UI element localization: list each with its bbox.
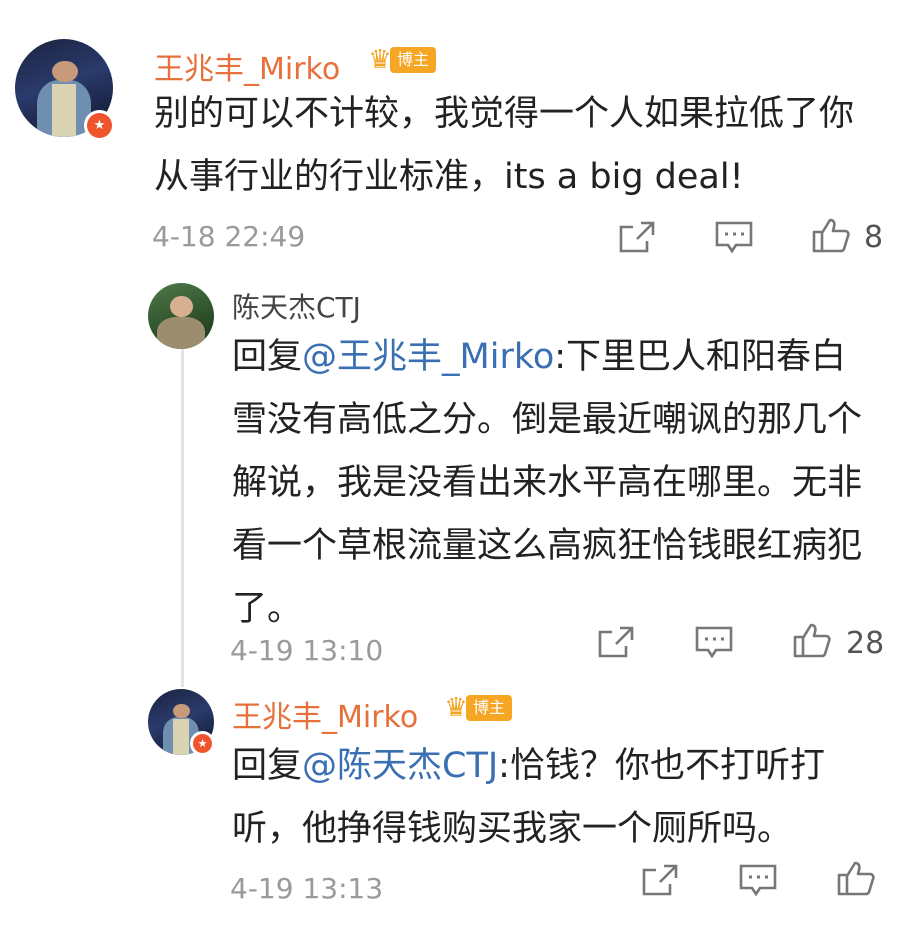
- share-icon: [619, 221, 655, 253]
- comment-text: 别的可以不计较，我觉得一个人如果拉低了你从事行业的行业标准，its a big …: [154, 83, 859, 209]
- verified-badge-icon: ★: [190, 731, 215, 756]
- like-button[interactable]: [792, 622, 832, 658]
- comment-body: 别的可以不计较，我觉得一个人如果拉低了你从事行业的行业标准，its a big …: [154, 94, 855, 197]
- thread-line: [181, 335, 184, 687]
- like-count: 28: [846, 626, 885, 661]
- timestamp: 4-19 13:10: [230, 634, 384, 667]
- blogger-badge: ♛ 博主: [440, 693, 513, 723]
- reply-text: 回复@陈天杰CTJ:恰钱？你也不打听打听，他挣得钱购买我家一个厕所吗。: [232, 735, 872, 861]
- share-button[interactable]: [617, 219, 657, 255]
- reply-prefix: 回复: [232, 337, 303, 377]
- comment-icon: [715, 221, 753, 254]
- share-button[interactable]: [596, 624, 636, 660]
- like-icon: [793, 623, 831, 658]
- comment-button[interactable]: [738, 862, 778, 898]
- username[interactable]: 王兆丰_Mirko: [232, 692, 418, 736]
- mention-link[interactable]: @王兆丰_Mirko: [302, 337, 554, 377]
- verified-badge-icon: ★: [84, 110, 115, 141]
- comment-icon: [739, 864, 777, 897]
- share-button[interactable]: [640, 862, 680, 898]
- timestamp: 4-18 22:49: [152, 220, 306, 253]
- username[interactable]: 王兆丰_Mirko: [154, 44, 340, 88]
- comment-icon: [695, 626, 733, 659]
- blogger-badge: ♛ 博主: [364, 45, 437, 75]
- username[interactable]: 陈天杰CTJ: [232, 286, 361, 326]
- comment-button[interactable]: [694, 624, 734, 660]
- like-count: 8: [864, 220, 884, 255]
- blogger-badge-label: 博主: [466, 695, 513, 721]
- like-icon: [812, 218, 850, 253]
- like-icon: [837, 861, 875, 896]
- timestamp: 4-19 13:13: [230, 872, 384, 905]
- blogger-badge-label: 博主: [390, 47, 437, 73]
- mention-link[interactable]: @陈天杰CTJ: [302, 746, 498, 786]
- reply-prefix: 回复: [232, 746, 303, 786]
- share-icon: [598, 626, 634, 658]
- comment-button[interactable]: [714, 219, 754, 255]
- avatar[interactable]: [148, 283, 214, 349]
- like-button[interactable]: [836, 860, 876, 896]
- like-button[interactable]: [811, 217, 851, 253]
- reply-body: :下里巴人和阳春白雪没有高低之分。倒是最近嘲讽的那几个解说，我是没看出来水平高在…: [232, 337, 863, 629]
- reply-text: 回复@王兆丰_Mirko:下里巴人和阳春白雪没有高低之分。倒是最近嘲讽的那几个解…: [232, 326, 862, 641]
- share-icon: [642, 864, 678, 896]
